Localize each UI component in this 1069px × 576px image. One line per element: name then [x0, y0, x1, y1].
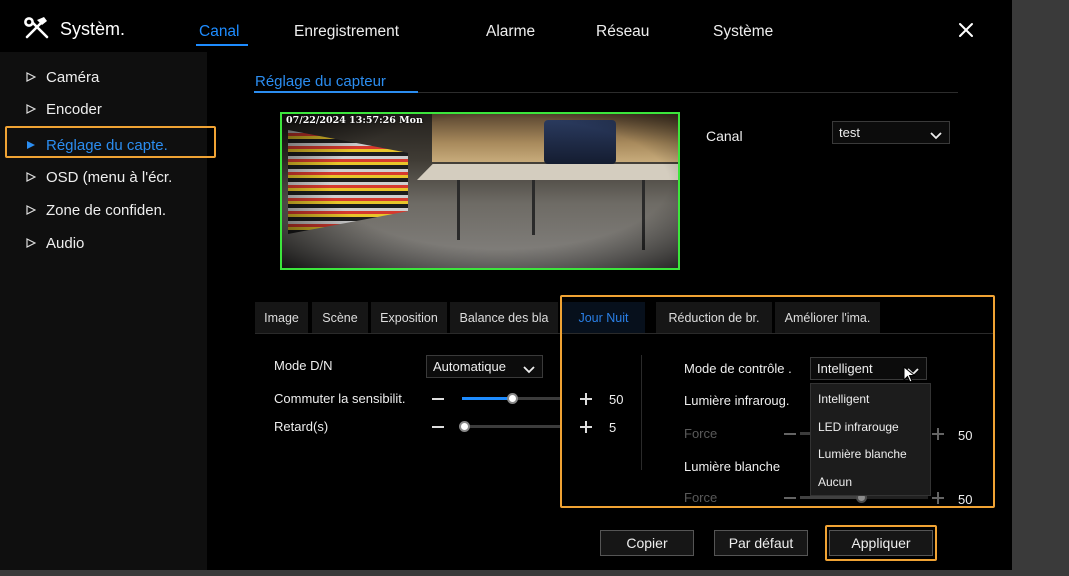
sidebar-item-audio[interactable]: Audio [26, 233, 84, 253]
triangle-right-icon [26, 69, 40, 86]
channel-label: Canal [706, 128, 743, 144]
dropdown-option-led-infrarouge[interactable]: LED infrarouge [818, 420, 899, 434]
mode-dn-value: Automatique [433, 359, 506, 374]
delay-slider[interactable] [459, 421, 562, 432]
sidebar-item-label: Audio [46, 234, 85, 252]
tab-image[interactable]: Image [255, 302, 308, 333]
dropdown-option-aucun[interactable]: Aucun [818, 475, 852, 489]
tools-icon [22, 16, 52, 45]
nav-item-enregistrement[interactable]: Enregistrement [294, 23, 399, 41]
apply-highlight-box [825, 525, 937, 561]
minus-icon[interactable] [432, 398, 444, 400]
nav-active-underline [196, 44, 248, 46]
sensitivity-label: Commuter la sensibilit. [274, 391, 406, 406]
triangle-right-icon [26, 235, 40, 252]
sidebar-item-reglage-capteur[interactable]: Réglage du capte. [26, 135, 168, 155]
title-underline [254, 91, 418, 93]
nav-item-canal[interactable]: Canal [199, 23, 240, 41]
sidebar-item-encoder[interactable]: Encoder [26, 99, 102, 119]
slider-knob[interactable] [459, 421, 470, 432]
sidebar-item-label: Caméra [46, 68, 100, 86]
chevron-down-icon [523, 362, 535, 377]
triangle-right-icon [26, 101, 40, 118]
nav-item-reseau[interactable]: Réseau [596, 23, 649, 41]
nav-item-alarme[interactable]: Alarme [486, 23, 535, 41]
triangle-right-icon [26, 169, 40, 186]
sidebar-item-label: Zone de confiden. [46, 201, 167, 219]
mode-dn-label: Mode D/N [274, 358, 333, 373]
sidebar-item-zone-confidentialite[interactable]: Zone de confiden. [26, 200, 166, 220]
page-title: Réglage du capteur [255, 73, 386, 90]
default-button[interactable]: Par défaut [714, 530, 808, 556]
sidebar-item-label: OSD (menu à l'écr. [46, 168, 173, 186]
tab-balance-blancs[interactable]: Balance des bla [450, 302, 558, 333]
sidebar-item-osd[interactable]: OSD (menu à l'écr. [26, 167, 172, 187]
tab-scene[interactable]: Scène [312, 302, 368, 333]
sensitivity-slider[interactable] [462, 393, 562, 404]
dropdown-option-intelligent[interactable]: Intelligent [818, 392, 869, 406]
delay-label: Retard(s) [274, 419, 329, 434]
chevron-down-icon [930, 128, 942, 143]
camera-preview: 07/22/2024 13:57:26 Mon [280, 112, 680, 270]
slider-fill [462, 397, 512, 400]
close-icon[interactable] [958, 22, 974, 43]
slider-knob[interactable] [507, 393, 518, 404]
control-mode-dropdown: Intelligent LED infrarouge Lumière blanc… [810, 383, 931, 496]
app-window: Systèm. Canal Enregistrement Alarme Rése… [0, 0, 1012, 570]
channel-value: test [839, 125, 860, 140]
triangle-right-icon [26, 202, 40, 219]
sidebar-item-label: Encoder [46, 100, 102, 118]
copy-button[interactable]: Copier [600, 530, 694, 556]
triangle-right-filled-icon [26, 137, 40, 154]
channel-select[interactable]: test [832, 121, 950, 144]
sidebar-item-label: Réglage du capte. [46, 136, 168, 154]
mouse-cursor-icon [903, 365, 916, 388]
sidebar-item-camera[interactable]: Caméra [26, 67, 99, 87]
tab-exposition[interactable]: Exposition [371, 302, 447, 333]
preview-image [282, 114, 678, 268]
minus-icon[interactable] [432, 426, 444, 428]
mode-dn-select[interactable]: Automatique [426, 355, 543, 378]
dropdown-option-lumiere-blanche[interactable]: Lumière blanche [818, 447, 907, 461]
preview-timestamp: 07/22/2024 13:57:26 Mon [286, 115, 423, 126]
nav-item-systeme[interactable]: Système [713, 23, 773, 41]
app-title: Systèm. [60, 19, 126, 39]
